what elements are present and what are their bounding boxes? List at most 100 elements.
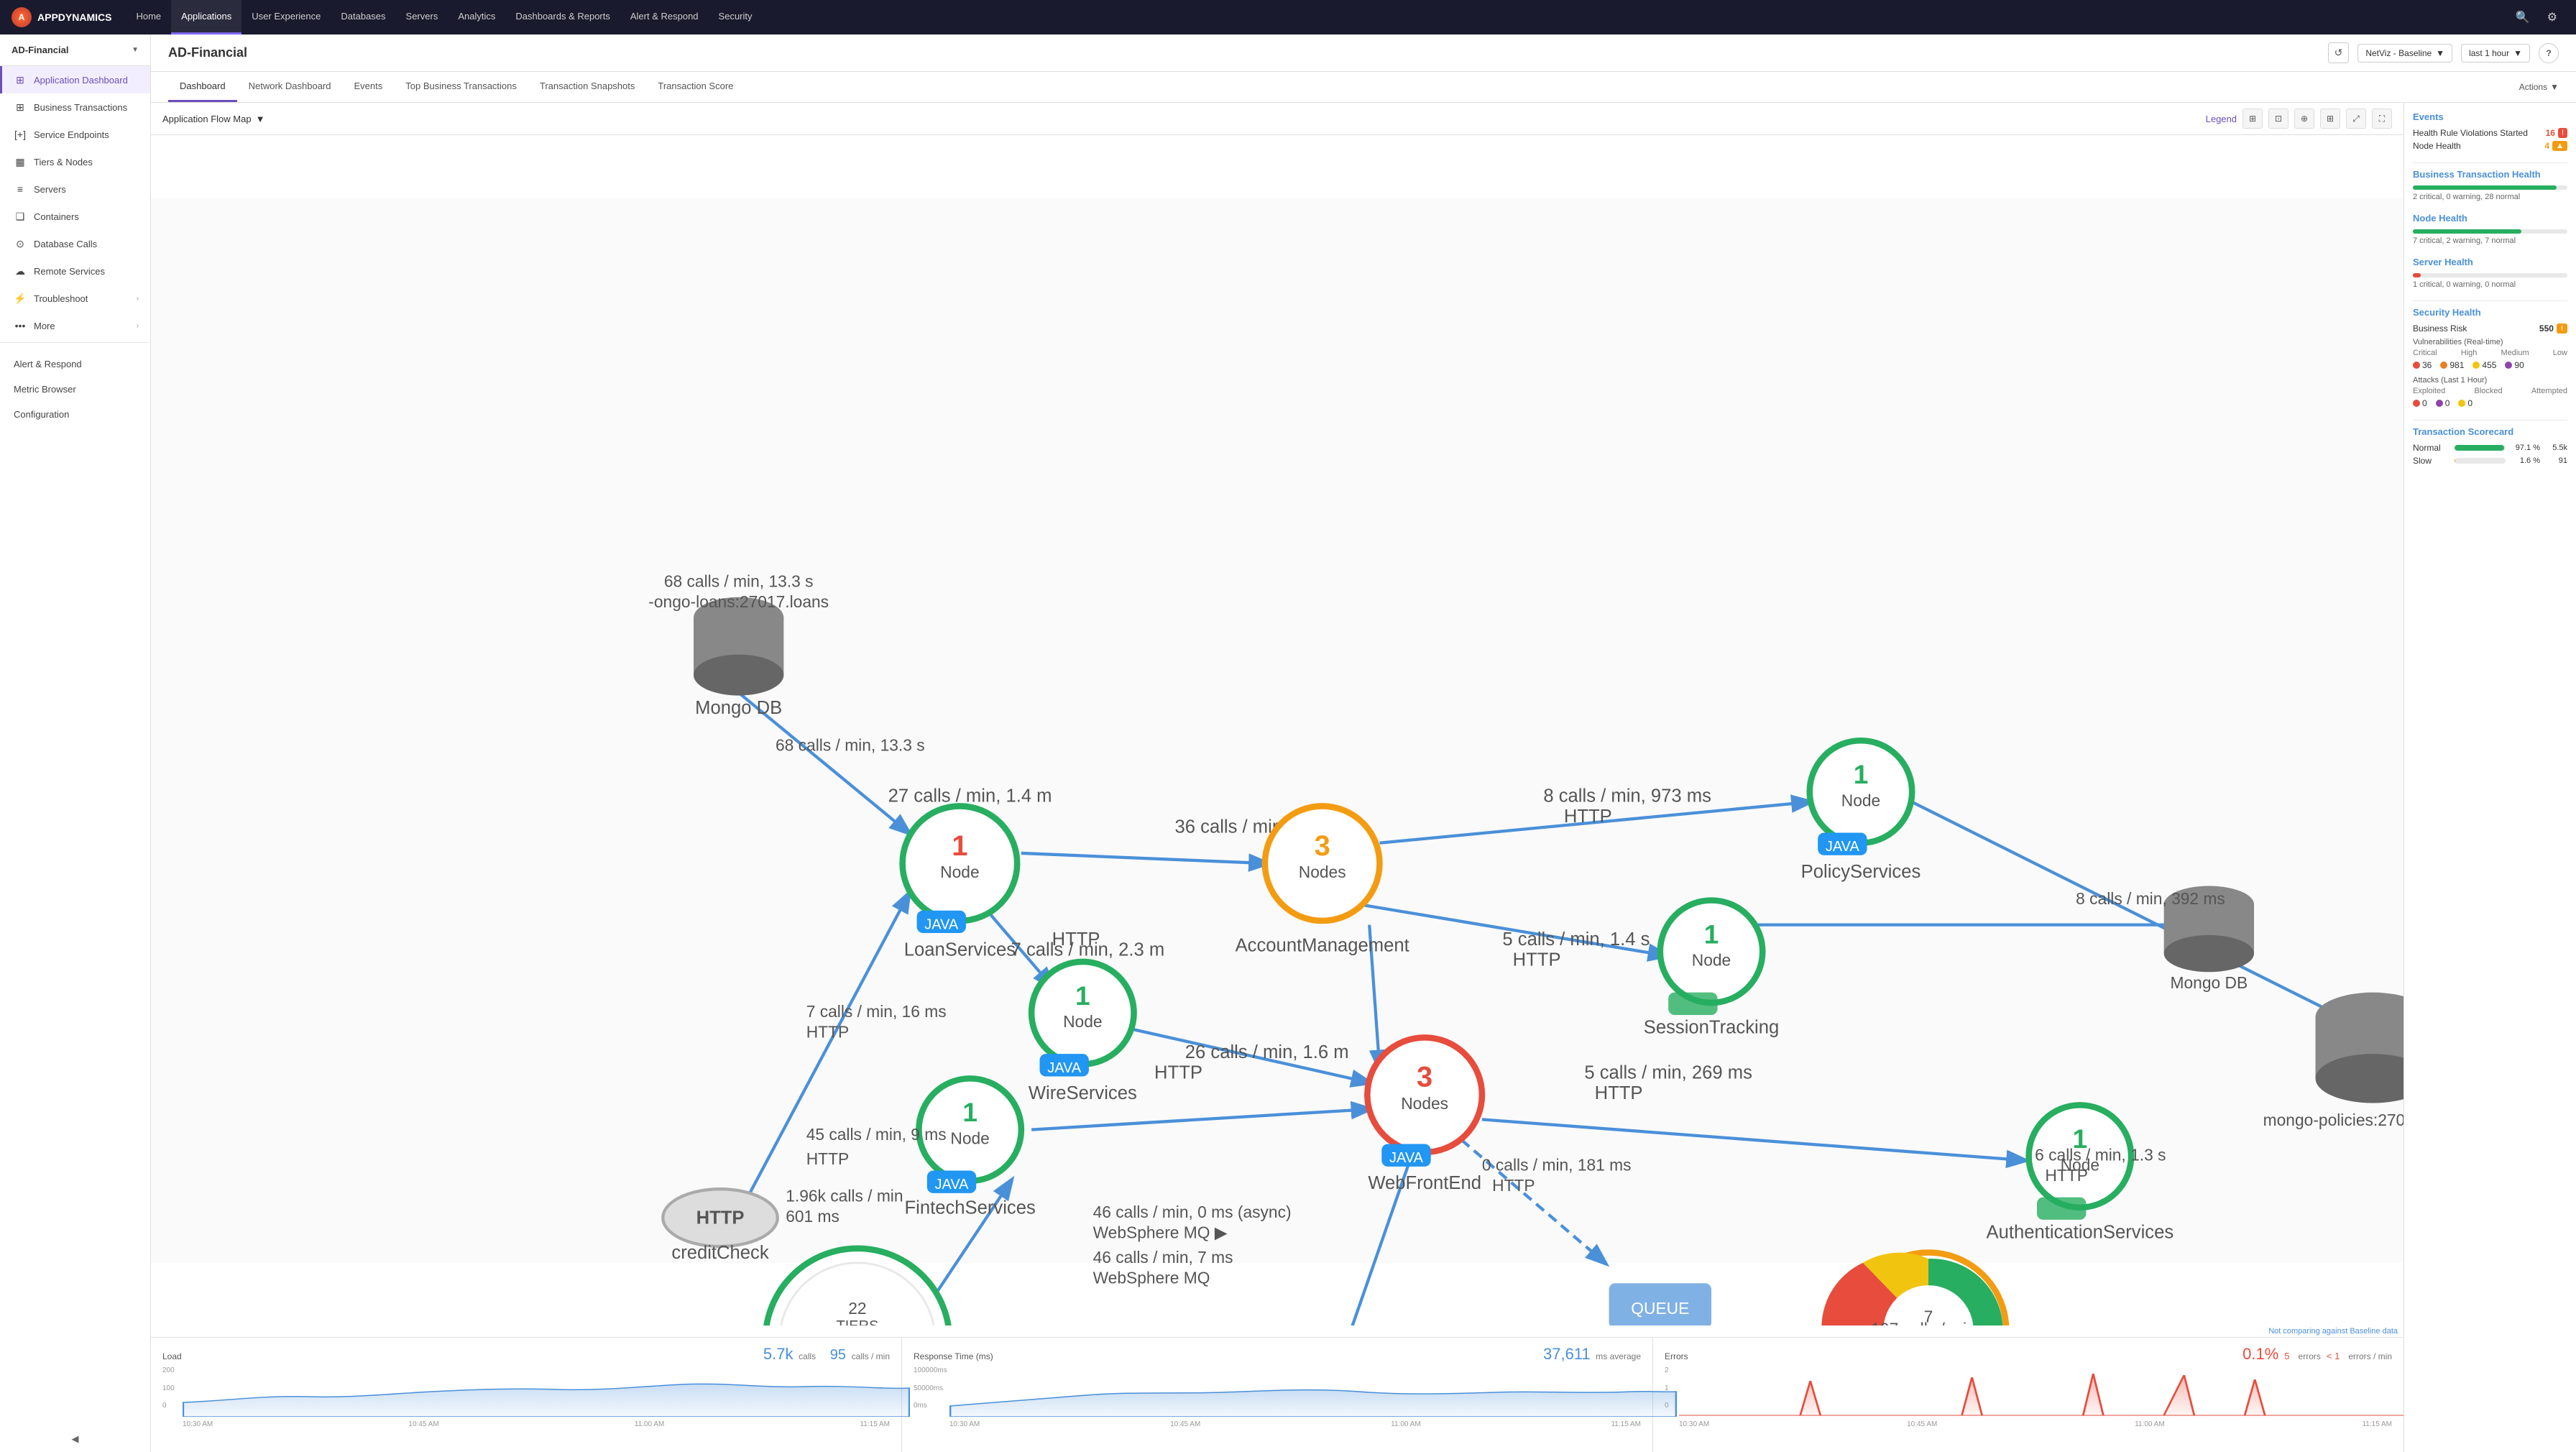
app-logo: A APPDYNAMICS — [12, 7, 111, 27]
help-button[interactable]: ? — [2539, 43, 2559, 63]
tab-network-dashboard[interactable]: Network Dashboard — [237, 72, 343, 102]
actions-chevron: ▼ — [2550, 82, 2559, 92]
baseline-banner[interactable]: Not comparing against Baseline data — [151, 1325, 2404, 1337]
events-title: Events — [2413, 111, 2567, 122]
vuln-values: 36 981 455 90 — [2413, 360, 2567, 370]
refresh-button[interactable]: ↺ — [2328, 42, 2350, 63]
bottom-charts: Load 5.7k calls 95 calls / min 200 — [151, 1337, 2404, 1452]
svg-text:7 calls / min, 16 ms: 7 calls / min, 16 ms — [806, 1002, 947, 1021]
sidebar-item-more[interactable]: •••More› — [0, 312, 150, 339]
map-ctrl-3[interactable]: ⊕ — [2294, 109, 2314, 129]
sidebar-bottom-configuration[interactable]: Configuration — [0, 402, 150, 427]
nav-item-analytics[interactable]: Analytics — [448, 0, 505, 35]
nav-item-servers[interactable]: Servers — [396, 0, 448, 35]
svg-text:1: 1 — [1075, 980, 1090, 1011]
vuln-headers: Critical High Medium Low — [2413, 349, 2567, 357]
tab-top-business-transactions[interactable]: Top Business Transactions — [394, 72, 528, 102]
app-selector[interactable]: AD-Financial ▼ — [0, 35, 150, 66]
blocked-dot — [2436, 400, 2443, 407]
svg-text:HTTP: HTTP — [696, 1208, 745, 1228]
node-health-sub: 7 critical, 2 warning, 7 normal — [2413, 236, 2567, 245]
node-health-bar — [2413, 229, 2567, 234]
sidebar-item-database-calls[interactable]: ⊙Database Calls — [0, 230, 150, 257]
svg-text:5 calls / min, 1.4 s: 5 calls / min, 1.4 s — [1502, 929, 1650, 950]
server-health-title: Server Health — [2413, 257, 2567, 267]
actions-button[interactable]: Actions ▼ — [2519, 82, 2559, 92]
nav-item-alert-respond[interactable]: Alert & Respond — [620, 0, 709, 35]
node-health-badge: 4 ▲ — [2544, 141, 2567, 151]
app-name: APPDYNAMICS — [37, 12, 111, 23]
sc-slow-bar — [2455, 458, 2506, 464]
svg-text:AuthenticationServices: AuthenticationServices — [1987, 1223, 2174, 1243]
svg-text:462: 462 — [830, 1323, 885, 1325]
map-ctrl-4[interactable]: ⊞ — [2320, 109, 2340, 129]
medium-dot — [2472, 362, 2480, 369]
load-y-0: 0 — [162, 1402, 175, 1410]
attack-blocked: 0 — [2436, 398, 2450, 408]
legend-button[interactable]: Legend — [2206, 114, 2237, 124]
critical-dot — [2413, 362, 2420, 369]
settings-button[interactable]: ⚙ — [2540, 0, 2564, 35]
svg-text:HTTP: HTTP — [1595, 1083, 1643, 1103]
map-ctrl-full[interactable]: ⛶ — [2372, 109, 2392, 129]
tab-dashboard[interactable]: Dashboard — [168, 72, 237, 102]
sidebar-item-service-endpoints[interactable]: [+]Service Endpoints — [0, 121, 150, 148]
nav-item-home[interactable]: Home — [126, 0, 171, 35]
search-button[interactable]: 🔍 — [2508, 0, 2537, 35]
svg-text:601 ms: 601 ms — [786, 1207, 840, 1226]
nav-item-user-experience[interactable]: User Experience — [242, 0, 331, 35]
map-ctrl-expand[interactable]: ⤢ — [2346, 109, 2366, 129]
nav-item-applications[interactable]: Applications — [171, 0, 242, 35]
exploited-count: 0 — [2422, 398, 2427, 408]
attacks-values: 0 0 0 — [2413, 398, 2567, 408]
nav-item-dashboards-reports[interactable]: Dashboards & Reports — [505, 0, 620, 35]
nav-item-security[interactable]: Security — [709, 0, 763, 35]
high-count: 981 — [2450, 360, 2464, 370]
sidebar-item-containers[interactable]: ❑Containers — [0, 203, 150, 230]
configuration-bottom-label: Configuration — [14, 409, 69, 420]
flow-map-canvas[interactable]: 27 calls / min, 1.4 m 36 calls / min 7 c… — [151, 135, 2404, 1325]
tab-events[interactable]: Events — [343, 72, 395, 102]
security-health-section: Security Health Business Risk 550 ! Vuln… — [2413, 307, 2567, 408]
svg-text:HTTP: HTTP — [1154, 1062, 1202, 1083]
scorecard-slow-row: Slow 1.6 % 91 — [2413, 456, 2567, 466]
svg-text:JAVA: JAVA — [935, 1177, 970, 1193]
svg-text:HTTP: HTTP — [2045, 1166, 2087, 1185]
flow-map-title-btn[interactable]: Application Flow Map ▼ — [162, 114, 264, 124]
map-ctrl-1[interactable]: ⊞ — [2242, 109, 2263, 129]
sidebar-item-servers[interactable]: ≡Servers — [0, 175, 150, 203]
netviz-dropdown[interactable]: NetViz - Baseline ▼ — [2358, 44, 2452, 63]
sidebar-item-tiers-nodes[interactable]: ▦Tiers & Nodes — [0, 148, 150, 175]
creditcheck-node[interactable]: HTTP creditCheck — [663, 1189, 778, 1263]
map-ctrl-2[interactable]: ⊡ — [2268, 109, 2288, 129]
sc-normal-bar — [2455, 445, 2506, 451]
sidebar-item-application-dashboard[interactable]: ⊞Application Dashboard — [0, 66, 150, 93]
ad-retail-node[interactable]: 7 TIERS 7 NODES AD-Retail — [1821, 1253, 2006, 1325]
svg-text:Mongo DB: Mongo DB — [695, 698, 782, 718]
error-count: 5 — [2284, 1351, 2289, 1361]
svg-text:36 calls / min: 36 calls / min — [1175, 817, 1283, 837]
sidebar-item-troubleshoot[interactable]: ⚡Troubleshoot› — [0, 285, 150, 312]
svg-text:1: 1 — [962, 1097, 978, 1127]
load-y-100: 100 — [162, 1384, 175, 1392]
tab-transaction-score[interactable]: Transaction Score — [646, 72, 745, 102]
processmainframereply-node[interactable]: QUEUE processMainframeReply — [1561, 1283, 1760, 1325]
health-rule-badge: 16 ! — [2546, 128, 2567, 138]
critical-count: 36 — [2422, 360, 2432, 370]
business-risk-badge: ! — [2557, 323, 2567, 334]
sidebar-collapse-button[interactable]: ◀ — [0, 1426, 150, 1452]
application-dashboard-label: Application Dashboard — [34, 75, 139, 86]
sidebar-item-remote-services[interactable]: ☁Remote Services — [0, 257, 150, 285]
sidebar-bottom-metric-browser[interactable]: Metric Browser — [0, 377, 150, 402]
app-selector-chevron: ▼ — [132, 46, 139, 54]
svg-text:AccountManagement: AccountManagement — [1236, 936, 1409, 956]
time-range-dropdown[interactable]: last 1 hour ▼ — [2461, 44, 2530, 63]
tab-transaction-snapshots[interactable]: Transaction Snapshots — [528, 72, 646, 102]
load-unit: calls — [799, 1351, 816, 1361]
netviz-label: NetViz - Baseline — [2365, 48, 2432, 58]
nav-item-databases[interactable]: Databases — [331, 0, 395, 35]
tabs-bar: DashboardNetwork DashboardEventsTop Busi… — [151, 72, 2576, 103]
sidebar-bottom-alert-respond[interactable]: Alert & Respond — [0, 351, 150, 377]
svg-text:Node: Node — [1841, 791, 1880, 809]
sidebar-item-business-transactions[interactable]: ⊞Business Transactions — [0, 93, 150, 121]
